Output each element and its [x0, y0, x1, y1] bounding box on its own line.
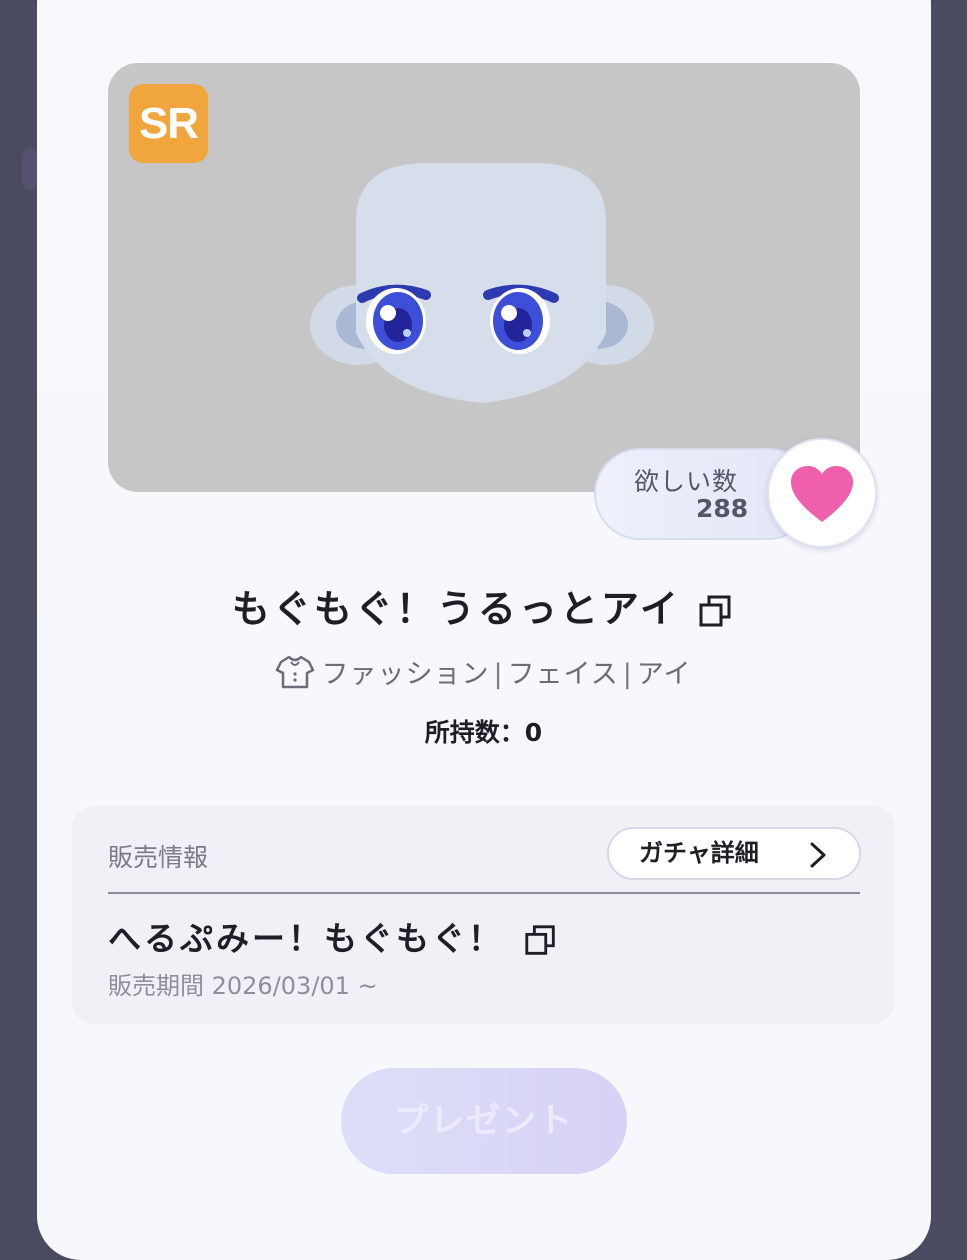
copy-icon[interactable]	[697, 593, 735, 631]
wish-count-label: 欲しい数	[634, 467, 739, 496]
category-separator: |	[493, 659, 504, 690]
sales-period: 販売期間 2026/03/01 ~	[108, 972, 378, 1000]
owned-count: 所持数：0	[424, 718, 543, 747]
chevron-right-icon	[810, 842, 826, 868]
category-breadcrumb: ファッション | フェイス | アイ	[0, 652, 967, 691]
wish-heart-button[interactable]	[767, 438, 877, 548]
event-title-row: へるぷみー！もぐもぐ！	[108, 912, 559, 960]
heart-icon	[791, 466, 853, 522]
item-title: もぐもぐ！うるっとアイ	[231, 587, 681, 631]
present-button[interactable]: プレゼント	[341, 1068, 627, 1174]
gacha-detail-label: ガチャ詳細	[639, 839, 759, 867]
clothing-icon	[276, 655, 315, 689]
gacha-detail-button[interactable]: ガチャ詳細	[607, 827, 861, 880]
rarity-badge: SR	[129, 84, 208, 163]
copy-icon[interactable]	[523, 923, 559, 959]
category-fashion[interactable]: ファッション	[321, 659, 489, 690]
category-separator: |	[622, 659, 633, 690]
item-title-row: もぐもぐ！うるっとアイ	[0, 578, 967, 633]
face-avatar-image	[310, 163, 654, 403]
category-face[interactable]: フェイス	[508, 659, 619, 690]
sales-divider	[108, 892, 860, 894]
event-title: へるぷみー！もぐもぐ！	[108, 919, 504, 958]
wish-count-value: 288	[696, 494, 749, 523]
sales-info-label: 販売情報	[108, 843, 209, 872]
category-eye[interactable]: アイ	[637, 659, 692, 690]
